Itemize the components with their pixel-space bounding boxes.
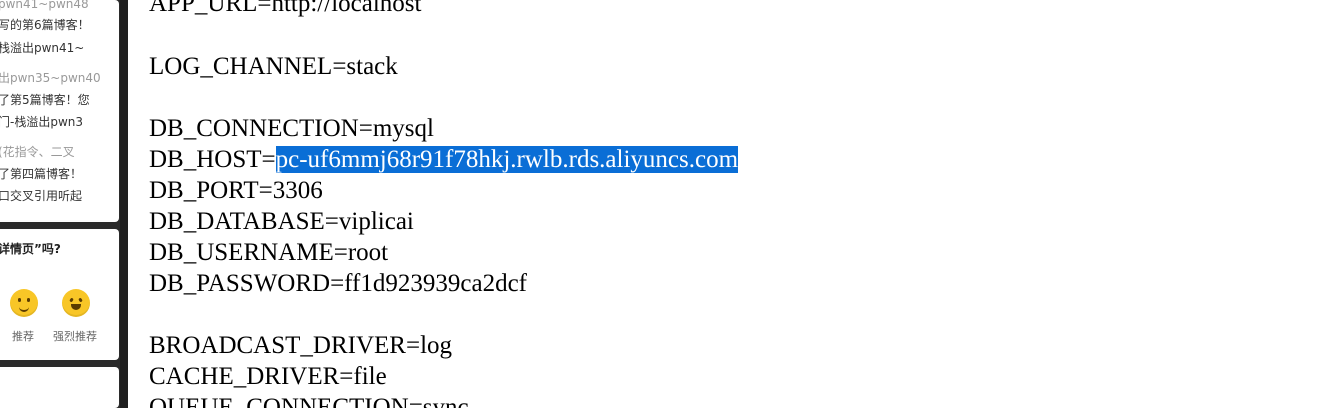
editor-line: QUEUE_CONNECTION=sync: [149, 394, 469, 408]
editor-line: DB_USERNAME=root: [149, 239, 389, 266]
recent-post-title[interactable]: 出pwn35~pwn40: [0, 70, 101, 86]
editor-line: DB_CONNECTION=mysql: [149, 115, 434, 142]
editor-line: APP_URL=http://localhost: [149, 0, 422, 17]
editor-line: DB_DATABASE=viplicai: [149, 208, 414, 235]
recent-posts-card: pwn41~pwn48 写的第6篇博客！ 栈溢出pwn41~ 出pwn35~pw…: [0, 0, 119, 222]
selected-text[interactable]: pc-uf6mmj68r91f78hkj.rwlb.rds.aliyuncs.c…: [275, 146, 739, 173]
editor-line: CACHE_DRIVER=file: [149, 363, 387, 390]
editor-line: BROADCAST_DRIVER=log: [149, 332, 453, 359]
strongly-recommend-label[interactable]: 强烈推荐: [53, 328, 97, 344]
feedback-card: 详情页”吗? 推荐 强烈推荐: [0, 229, 119, 360]
recent-post-desc: 门-栈溢出pwn3: [0, 115, 84, 129]
editor-line: DB_PORT=3306: [149, 177, 323, 204]
editor-line: DB_HOST=pc-uf6mmj68r91f78hkj.rwlb.rds.al…: [149, 145, 739, 175]
editor-line: DB_PASSWORD=ff1d923939ca2dcf: [149, 270, 527, 297]
recommend-label[interactable]: 推荐: [12, 328, 34, 344]
editor-line: LOG_CHANNEL=stack: [149, 53, 398, 80]
recent-post-title[interactable]: (花指令、二叉: [0, 144, 75, 160]
recent-post-desc: 口交叉引用听起: [0, 189, 83, 203]
recent-post-desc: 了第5篇博客！您: [0, 93, 90, 107]
blog-sidebar: pwn41~pwn48 写的第6篇博客！ 栈溢出pwn41~ 出pwn35~pw…: [0, 0, 122, 408]
editor-line-text: DB_HOST=: [149, 146, 276, 173]
recent-post-desc: 了第四篇博客！: [0, 167, 83, 181]
recent-post-desc: 写的第6篇博客！: [0, 18, 90, 32]
laugh-emoji-icon[interactable]: [62, 289, 90, 317]
window-divider: [120, 0, 128, 408]
sidebar-card-bottom: [0, 367, 119, 408]
text-editor[interactable]: APP_URL=http://localhost LOG_CHANNEL=sta…: [128, 0, 1336, 408]
recent-post-desc: 栈溢出pwn41~: [0, 41, 85, 55]
feedback-question: 详情页”吗?: [0, 242, 61, 256]
recent-post-title[interactable]: pwn41~pwn48: [0, 0, 89, 12]
smile-emoji-icon[interactable]: [10, 289, 38, 317]
